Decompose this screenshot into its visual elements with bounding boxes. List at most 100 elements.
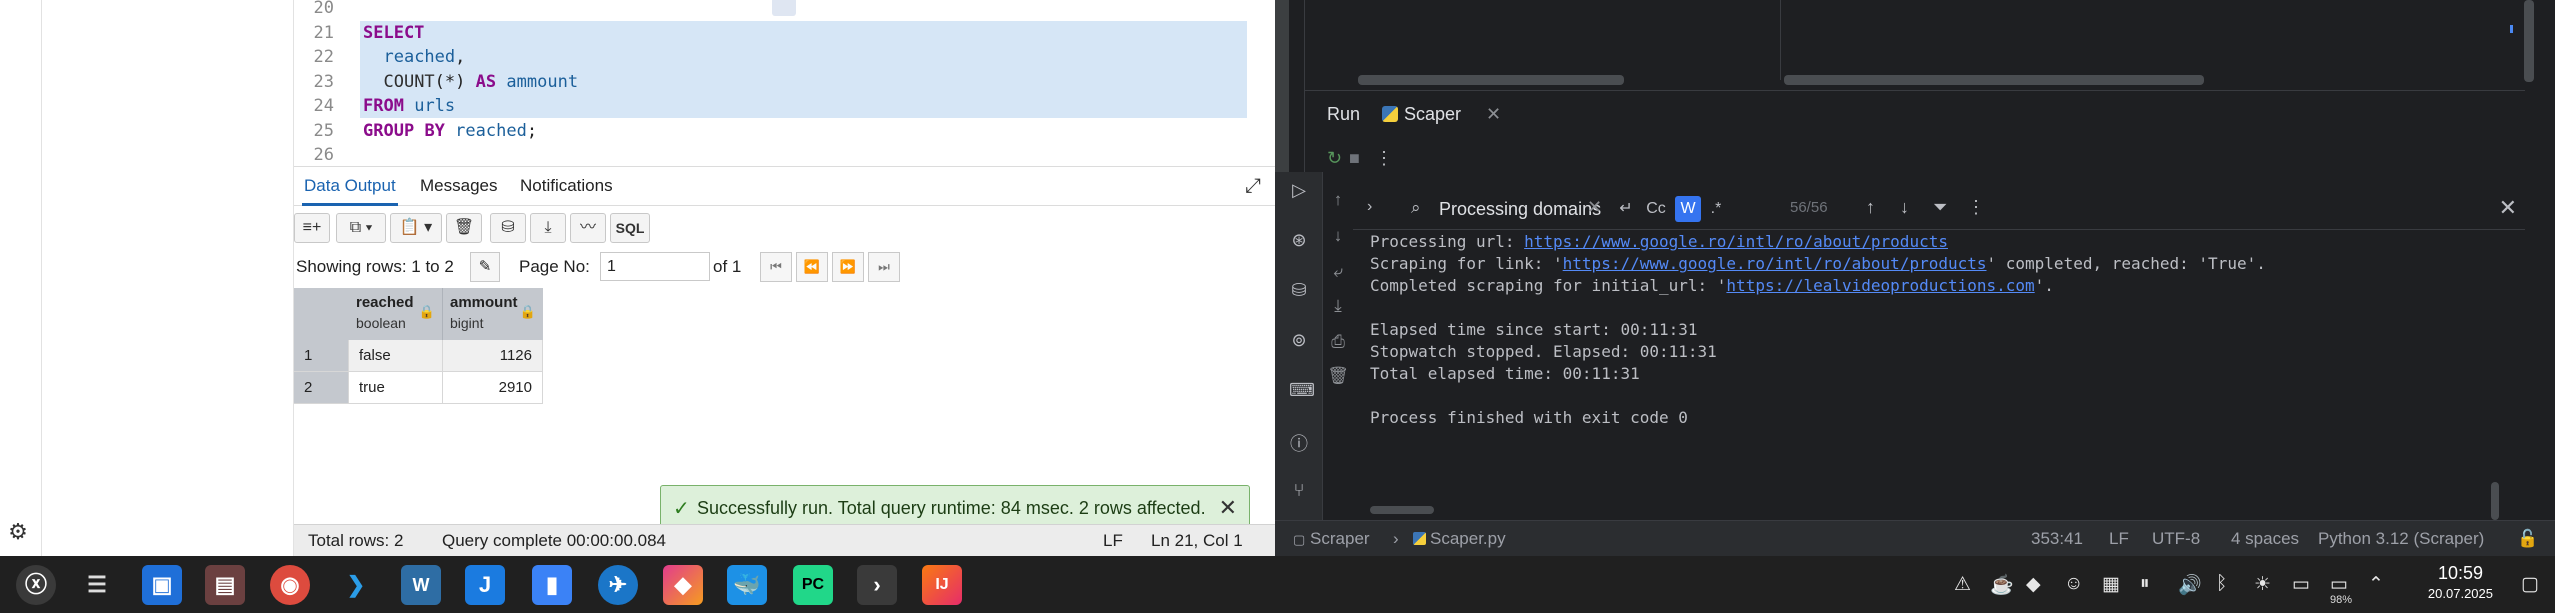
j-app-icon[interactable]: J: [465, 565, 505, 605]
clock[interactable]: 10:59 20.07.2025: [2428, 563, 2493, 601]
editor-floating-icon[interactable]: [772, 0, 796, 16]
gear-icon[interactable]: ⚙: [5, 519, 31, 545]
brightness-icon[interactable]: ☀: [2254, 573, 2271, 596]
print-icon[interactable]: ⎙: [1327, 332, 1349, 352]
match-case-toggle[interactable]: Cc: [1643, 196, 1669, 222]
console-link[interactable]: https://lealvideoproductions.com: [1726, 276, 2034, 295]
next-page-icon[interactable]: ⏩: [832, 252, 864, 282]
terminal-icon[interactable]: ›: [857, 565, 897, 605]
run-icon[interactable]: ▷: [1289, 180, 1309, 202]
console-horizontal-scrollbar[interactable]: [1370, 506, 1434, 514]
user-icon[interactable]: ☺: [2064, 573, 2083, 595]
console-link[interactable]: https://www.google.ro/intl/ro/about/prod…: [1524, 232, 1948, 251]
more-vertical-icon[interactable]: ⋮: [1967, 197, 1985, 218]
first-page-icon[interactable]: ⏮: [760, 252, 792, 282]
pycharm-icon[interactable]: PC: [793, 565, 833, 605]
copy-icon[interactable]: ⧉ ▾: [336, 213, 386, 243]
caret-position[interactable]: 353:41: [2031, 529, 2083, 549]
close-icon[interactable]: ✕: [1219, 495, 1237, 521]
last-page-icon[interactable]: ⏭: [868, 252, 900, 282]
breadcrumb-file[interactable]: Scaper.py: [1413, 529, 1506, 549]
horizontal-scrollbar[interactable]: [1784, 75, 2204, 85]
page-number-input[interactable]: [600, 252, 710, 281]
close-tab-icon[interactable]: ✕: [1486, 104, 1501, 125]
vscode-icon[interactable]: ❯: [336, 565, 376, 605]
cell-reached[interactable]: false: [349, 340, 443, 372]
edit-pencil-icon[interactable]: ✎: [470, 252, 500, 282]
close-search-icon[interactable]: ✕: [2499, 195, 2517, 221]
paste-icon[interactable]: 📋 ▾: [390, 213, 442, 243]
scroll-to-end-icon[interactable]: ⤓: [1327, 296, 1349, 316]
python-packages-icon[interactable]: ⊛: [1289, 230, 1309, 252]
docker-icon[interactable]: 🐳: [727, 565, 767, 605]
cell-reached[interactable]: true: [349, 372, 443, 404]
regex-toggle[interactable]: .*: [1705, 196, 1727, 222]
clipboard-icon[interactable]: ▦: [2102, 573, 2120, 596]
arrow-up-icon[interactable]: ↑: [1327, 190, 1349, 210]
next-match-icon[interactable]: ↓: [1900, 197, 1909, 218]
clear-search-icon[interactable]: ✕: [1587, 197, 1602, 218]
whole-words-toggle[interactable]: W: [1675, 196, 1701, 222]
query-editor[interactable]: 20 21 SELECT 22 reached, 23 COUNT(*) AS ammo…: [294, 0, 1275, 166]
prev-match-icon[interactable]: ↑: [1866, 197, 1875, 218]
new-line-icon[interactable]: ↵: [1615, 196, 1637, 222]
rerun-icon[interactable]: ↻: [1327, 148, 1342, 169]
tab-notifications[interactable]: Notifications: [520, 176, 613, 196]
console-output[interactable]: Processing url: https://www.google.ro/in…: [1353, 230, 2493, 520]
sql-button[interactable]: SQL: [610, 213, 650, 243]
tab-messages[interactable]: Messages: [420, 176, 497, 196]
run-config-tab[interactable]: Scaper: [1382, 104, 1461, 125]
expand-icon[interactable]: ⤢: [1245, 175, 1261, 198]
prev-page-icon[interactable]: ⏪: [796, 252, 828, 282]
x-app-icon[interactable]: ⓧ: [16, 565, 56, 605]
database-icon[interactable]: ⛁: [1289, 280, 1309, 302]
breadcrumb-project[interactable]: ▢ Scraper: [1293, 529, 1370, 549]
intellij-icon[interactable]: IJ: [922, 565, 962, 605]
lock-icon[interactable]: 🔓: [2517, 529, 2538, 549]
bluetooth-icon[interactable]: ᛒ: [2216, 573, 2227, 595]
docs-icon[interactable]: ▮: [532, 565, 572, 605]
files-icon[interactable]: ▤: [205, 565, 245, 605]
tab-data-output[interactable]: Data Output: [304, 176, 396, 196]
trash-icon[interactable]: 🗑: [1327, 366, 1349, 386]
chevron-right-icon[interactable]: ›: [1367, 198, 1372, 216]
download-icon[interactable]: ⤓: [530, 213, 566, 243]
java-icon[interactable]: ☕: [1990, 573, 2014, 597]
console-link[interactable]: https://www.google.ro/intl/ro/about/prod…: [1563, 254, 1987, 273]
store-icon[interactable]: ▣: [142, 565, 182, 605]
delete-icon[interactable]: 🗑: [446, 213, 482, 243]
filter-icon[interactable]: ⏷: [1933, 197, 1947, 218]
horizontal-scrollbar[interactable]: [1358, 75, 1624, 85]
line-separator[interactable]: LF: [2109, 529, 2129, 549]
add-row-icon[interactable]: ≡+: [294, 213, 330, 243]
pause-icon[interactable]: ⏸: [2140, 573, 2150, 595]
notification-icon[interactable]: ▢: [2521, 573, 2539, 596]
volume-icon[interactable]: 🔊: [2178, 573, 2202, 597]
soft-wrap-icon[interactable]: ⤶: [1327, 262, 1349, 282]
more-vertical-icon[interactable]: ⋮: [1375, 148, 1393, 169]
wing-icon[interactable]: ✈: [598, 565, 638, 605]
jetbrains-toolbox-icon[interactable]: ◆: [2026, 573, 2041, 596]
services-icon[interactable]: ⊚: [1289, 330, 1309, 352]
settings-sliders-icon[interactable]: ☰: [77, 565, 117, 605]
problems-icon[interactable]: ⓘ: [1289, 430, 1309, 454]
file-encoding[interactable]: UTF-8: [2152, 529, 2200, 549]
chevron-up-icon[interactable]: ⌃: [2368, 573, 2384, 596]
save-data-icon[interactable]: ⛁: [490, 213, 526, 243]
chrome-icon[interactable]: ◉: [270, 565, 310, 605]
appcode-icon[interactable]: ◆: [663, 565, 703, 605]
column-header-reached[interactable]: reached boolean 🔒: [349, 288, 443, 340]
column-header-ammount[interactable]: ammount bigint 🔒: [443, 288, 543, 340]
stop-icon[interactable]: ■: [1349, 148, 1360, 169]
indent-setting[interactable]: 4 spaces: [2231, 529, 2299, 549]
bell-icon[interactable]: ⚠: [1954, 573, 1971, 596]
terminal-icon[interactable]: ⌨: [1289, 380, 1315, 402]
vertical-scrollbar[interactable]: [2524, 0, 2534, 82]
search-input[interactable]: Processing domains: [1439, 199, 1601, 220]
graph-icon[interactable]: 〰: [570, 213, 606, 243]
writer-icon[interactable]: W: [401, 565, 441, 605]
console-vertical-scrollbar[interactable]: [2491, 482, 2499, 520]
python-interpreter[interactable]: Python 3.12 (Scraper): [2318, 529, 2484, 549]
arrow-down-icon[interactable]: ↓: [1327, 226, 1349, 246]
cell-ammount[interactable]: 2910: [443, 372, 543, 404]
